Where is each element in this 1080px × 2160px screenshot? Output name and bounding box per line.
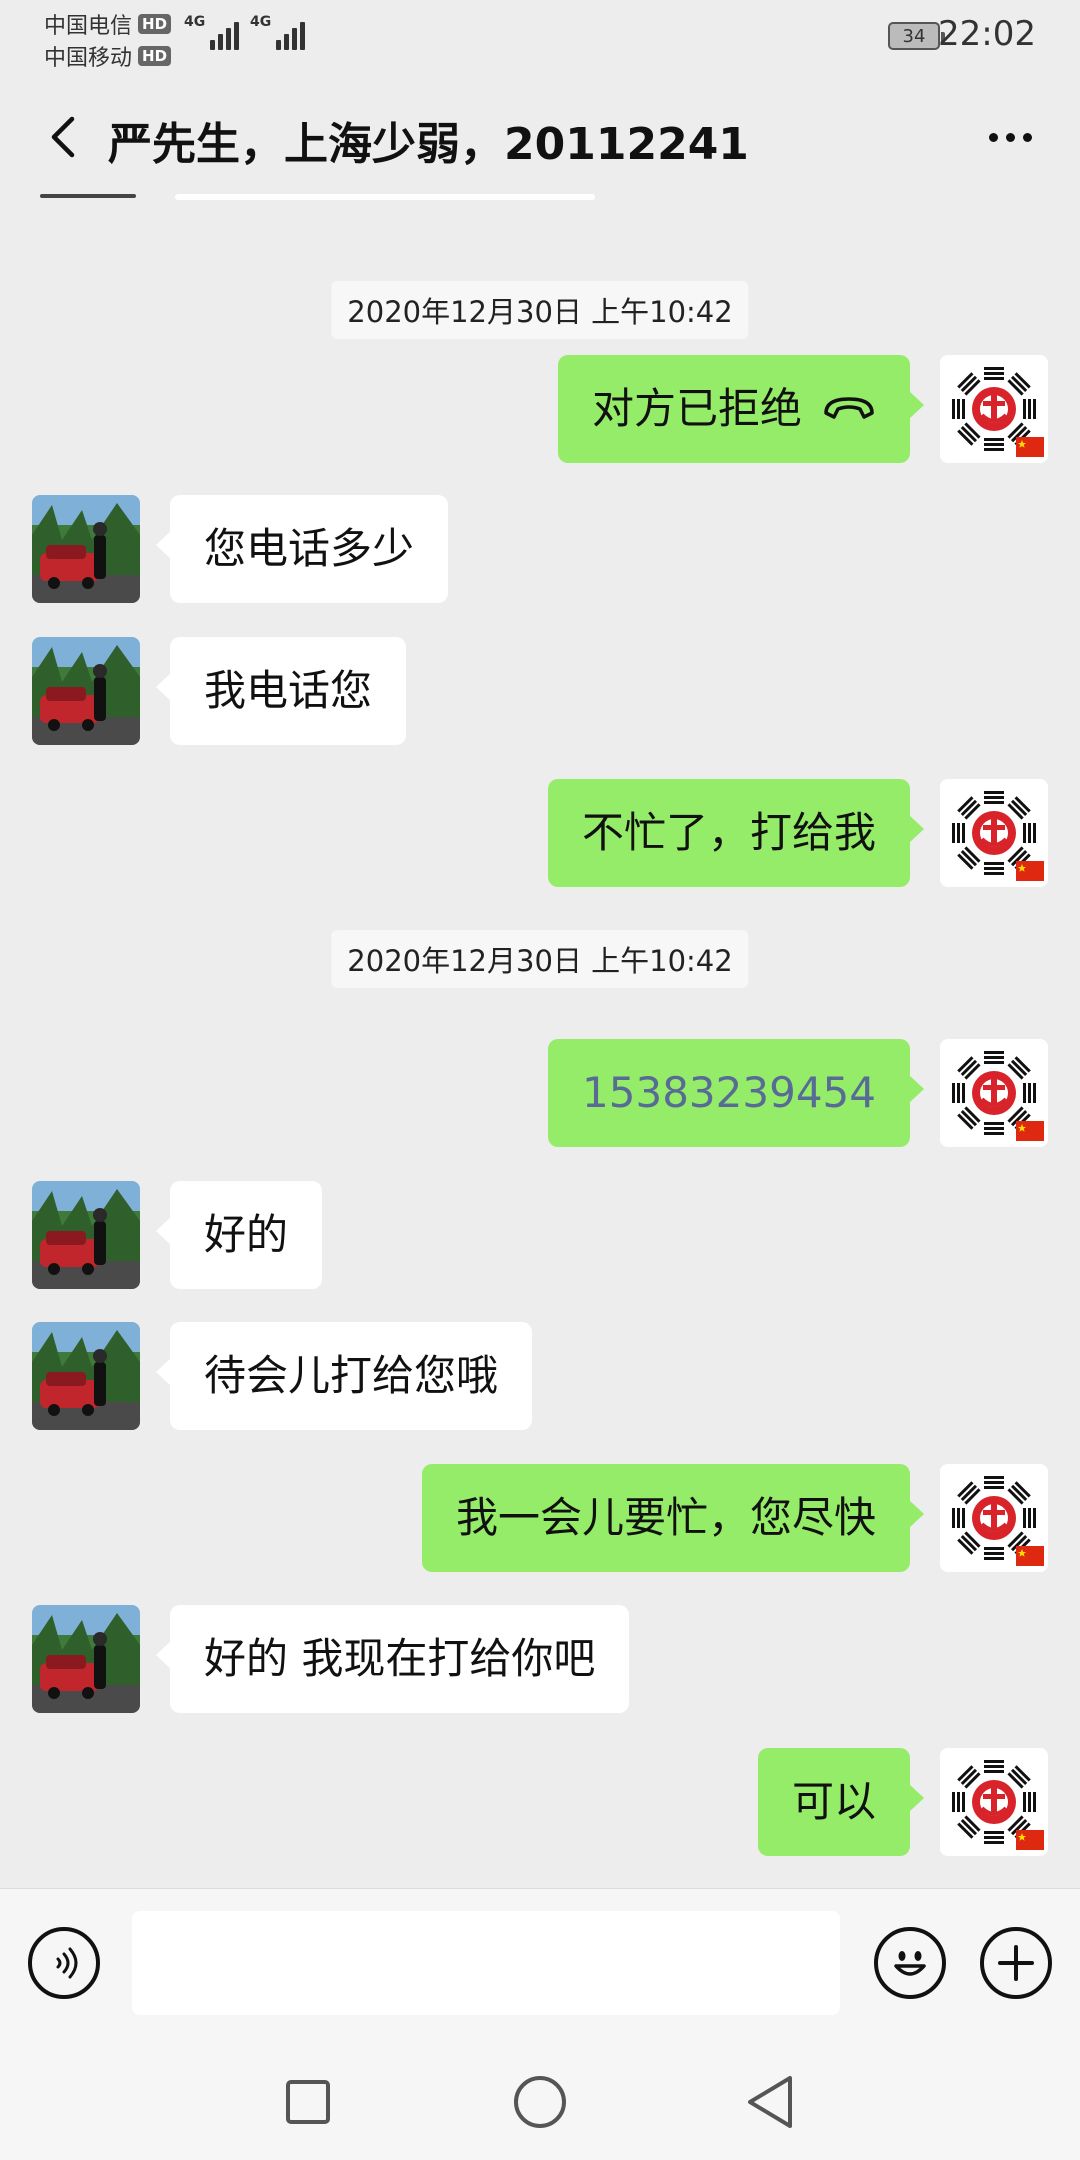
received-message: 好的 我现在打给你吧 [0, 1605, 1080, 1717]
avatar[interactable] [32, 637, 140, 745]
message-bubble[interactable]: 15383239454 [548, 1039, 924, 1147]
carrier-1-label: 中国电信 [44, 14, 133, 39]
plus-icon[interactable] [980, 1927, 1052, 1999]
avatar[interactable] [32, 1181, 140, 1289]
hd-badge: HD [138, 46, 172, 66]
avatar[interactable] [940, 1748, 1048, 1856]
avatar[interactable] [940, 1464, 1048, 1572]
carrier-2: 中国移动 HD [44, 40, 172, 72]
sent-message: 15383239454 [0, 1039, 1080, 1151]
avatar[interactable] [32, 495, 140, 603]
message-bubble[interactable]: 好的 [155, 1181, 323, 1289]
more-dots-icon[interactable] [980, 112, 1040, 162]
sent-message: 不忙了，打给我 [0, 779, 1080, 891]
message-text: 好的 [204, 1210, 289, 1259]
input-bar [0, 1888, 1080, 2038]
received-message: 您电话多少 [0, 495, 1080, 607]
avatar[interactable] [940, 355, 1048, 463]
signal-icon: 4G [250, 14, 306, 50]
clock: 22:02 [938, 14, 1036, 54]
message-timestamp: 2020年12月30日 上午10:42 [331, 281, 749, 339]
avatar[interactable] [940, 779, 1048, 887]
message-text: 我一会儿要忙，您尽快 [455, 1493, 876, 1542]
sent-message: 我一会儿要忙，您尽快 [0, 1464, 1080, 1576]
message-text: 您电话多少 [204, 524, 415, 573]
hd-badge: HD [138, 14, 172, 34]
chevron-left-icon[interactable] [38, 112, 88, 162]
battery-level: 34 [902, 25, 926, 47]
chat-header: 严先生，上海少弱，20112241 [0, 90, 1080, 186]
voice-icon[interactable] [28, 1927, 100, 1999]
message-bubble[interactable]: 我一会儿要忙，您尽快 [421, 1464, 925, 1572]
circle-icon[interactable] [510, 2072, 570, 2132]
triangle-back-icon[interactable] [740, 2072, 800, 2132]
sent-message: 可以 [0, 1748, 1080, 1860]
message-bubble[interactable]: 待会儿打给您哦 [155, 1322, 533, 1430]
square-icon[interactable] [278, 2072, 338, 2132]
signal-icon: 4G [184, 14, 240, 50]
message-text: 我电话您 [204, 666, 373, 715]
message-text: 可以 [791, 1777, 876, 1826]
network-type-1: 4G [184, 14, 206, 30]
received-message: 好的 [0, 1181, 1080, 1293]
sent-message: 对方已拒绝 [0, 355, 1080, 467]
received-message: 我电话您 [0, 637, 1080, 749]
avatar[interactable] [32, 1605, 140, 1713]
avatar[interactable] [940, 1039, 1048, 1147]
message-bubble[interactable]: 不忙了，打给我 [547, 779, 925, 887]
carrier-1: 中国电信 HD [44, 8, 172, 40]
message-bubble[interactable]: 您电话多少 [155, 495, 449, 603]
message-text: 对方已拒绝 [591, 384, 802, 433]
message-input[interactable] [132, 1911, 840, 2015]
message-text: 好的 我现在打给你吧 [204, 1634, 596, 1683]
emoji-icon[interactable] [874, 1927, 946, 1999]
message-text: 待会儿打给您哦 [204, 1351, 499, 1400]
previous-message-edge [40, 194, 136, 198]
message-bubble[interactable]: 对方已拒绝 [557, 355, 925, 463]
previous-message-edge [175, 194, 595, 200]
message-bubble[interactable]: 可以 [757, 1748, 925, 1856]
battery-icon: 34 [888, 22, 945, 50]
message-bubble[interactable]: 我电话您 [155, 637, 407, 745]
message-timestamp: 2020年12月30日 上午10:42 [331, 930, 749, 988]
message-text: 不忙了，打给我 [581, 808, 876, 857]
status-bar: 中国电信 HD 中国移动 HD 4G 4G 34 22:02 [0, 0, 1080, 72]
carrier-2-label: 中国移动 [44, 46, 133, 71]
avatar[interactable] [32, 1322, 140, 1430]
network-type-2: 4G [250, 14, 272, 30]
message-list[interactable]: 2020年12月30日 上午10:42 对方已拒绝您电话多少我电话您不忙了，打给我… [0, 186, 1080, 1888]
system-nav-bar [0, 2038, 1080, 2160]
message-bubble[interactable]: 好的 我现在打给你吧 [155, 1605, 630, 1713]
phone-number-link[interactable]: 15383239454 [582, 1068, 876, 1117]
phone-hangup-icon [822, 355, 876, 463]
received-message: 待会儿打给您哦 [0, 1322, 1080, 1434]
chat-title: 严先生，上海少弱，20112241 [108, 119, 749, 170]
